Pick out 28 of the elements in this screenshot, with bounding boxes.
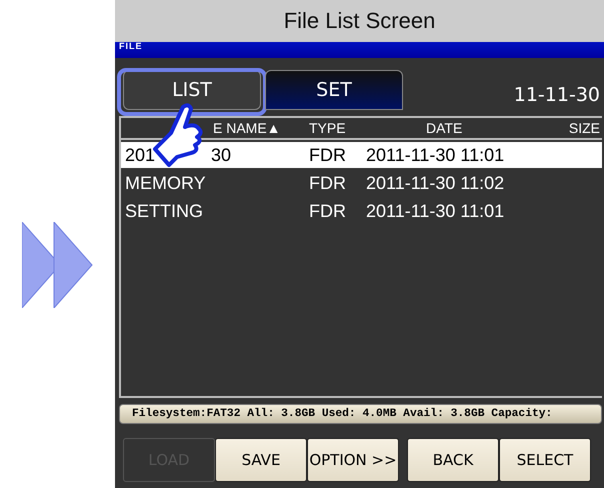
double-arrow-icon — [22, 222, 94, 308]
file-name: 30 — [211, 144, 232, 166]
column-header[interactable]: DATE — [366, 120, 566, 136]
file-type: FDR — [309, 172, 347, 194]
tab[interactable]: SET — [265, 70, 403, 110]
file-name: SETTING — [125, 200, 204, 222]
status-bar: Filesystem:FAT32 All: 3.8GB Used: 4.0MB Avail: 3.8GB Capacity: — [119, 404, 602, 424]
column-header[interactable]: SIZE — [568, 120, 602, 136]
softkey-button[interactable]: BACK — [407, 438, 499, 482]
screen-caption: File List Screen — [115, 0, 604, 42]
file-type: FDR — [309, 144, 347, 166]
tab[interactable]: LIST — [123, 70, 261, 110]
date-text: 11-11-30 — [514, 84, 600, 106]
softkey-button[interactable]: SELECT — [499, 438, 591, 482]
file-row[interactable]: 201 30 FDR 2011-11-30 11:01 — [121, 142, 602, 168]
file-date: 2011-11-30 11:01 — [366, 144, 506, 166]
file-row[interactable]: SETTING FDR 2011-11-30 11:01 — [121, 198, 602, 224]
file-name: MEMORY — [125, 172, 206, 194]
softkey-button[interactable]: OPTION >> — [307, 438, 399, 482]
screen-title: FILE — [118, 42, 142, 51]
softkey-button[interactable]: SAVE — [215, 438, 307, 482]
column-header[interactable]: E NAME▲ — [121, 120, 309, 136]
file-type: FDR — [309, 200, 347, 222]
file-row[interactable]: MEMORY FDR 2011-11-30 11:02 — [121, 170, 602, 196]
column-header[interactable]: TYPE — [309, 120, 366, 136]
file-date: 2011-11-30 11:01 — [366, 200, 506, 222]
file-date: 2011-11-30 11:02 — [366, 172, 506, 194]
file-name: 201 — [125, 144, 156, 166]
